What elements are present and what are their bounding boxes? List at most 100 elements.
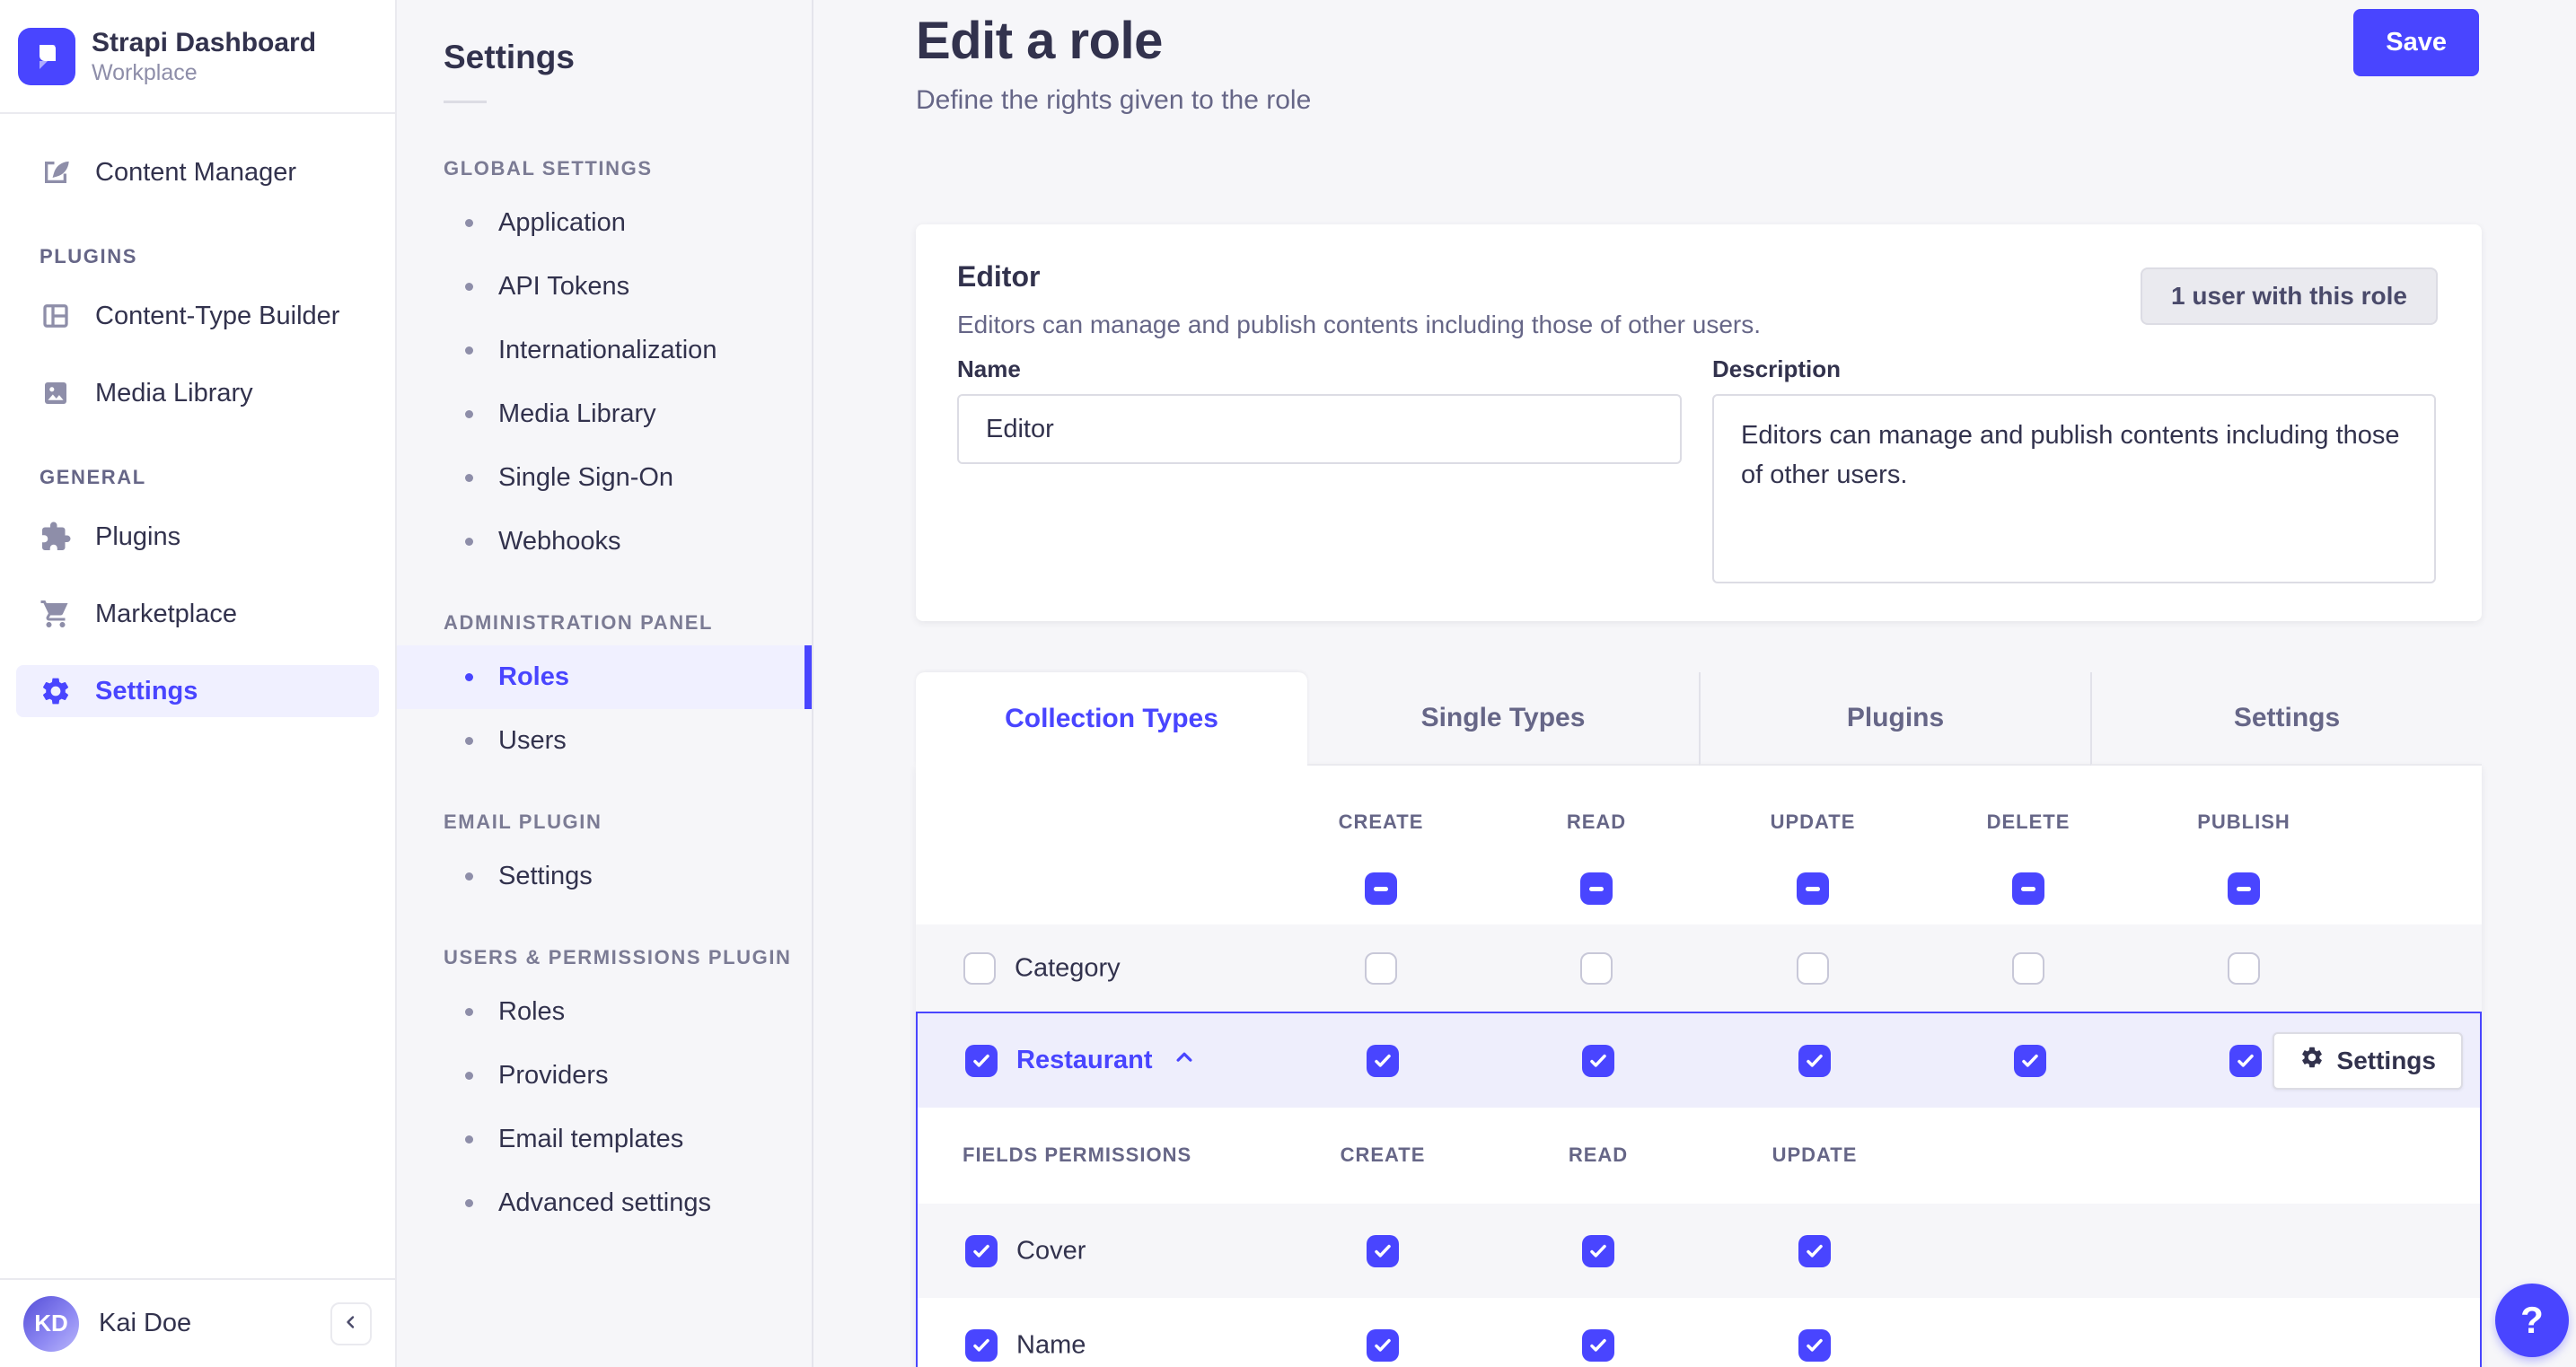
settings-item-label: Internationalization xyxy=(498,336,717,364)
restaurant-expanded-panel: Restaurant Settings FIELDS PERMISSIONS C… xyxy=(916,1012,2482,1367)
checkbox-restaurant-read[interactable] xyxy=(1582,1044,1614,1077)
table-row-category: Category xyxy=(916,924,2482,1012)
workspace-switcher[interactable]: Strapi Dashboard Workplace xyxy=(0,0,395,114)
nav-item-content-type-builder[interactable]: Content-Type Builder xyxy=(16,290,379,342)
checkbox-all-read[interactable] xyxy=(1580,872,1613,905)
checkbox-all-create[interactable] xyxy=(1365,872,1397,905)
bullet-icon xyxy=(465,673,473,681)
table-row-restaurant: Restaurant Settings xyxy=(918,1013,2480,1108)
checkbox-all-update[interactable] xyxy=(1797,872,1829,905)
tab-collection-types[interactable]: Collection Types xyxy=(916,672,1307,766)
settings-item-label: Media Library xyxy=(498,399,656,428)
row-label: Name xyxy=(1016,1330,1086,1359)
save-button[interactable]: Save xyxy=(2353,9,2479,76)
checkbox-restaurant-update[interactable] xyxy=(1798,1044,1831,1077)
users-with-role-button[interactable]: 1 user with this role xyxy=(2141,267,2438,325)
checkbox-all-publish[interactable] xyxy=(2228,872,2260,905)
checkbox-category-publish[interactable] xyxy=(2228,951,2260,985)
checkbox-restaurant-publish[interactable] xyxy=(2229,1044,2262,1077)
settings-item-email-templates[interactable]: Email templates xyxy=(397,1108,812,1171)
nav-item-settings[interactable]: Settings xyxy=(16,665,379,717)
settings-button-label: Settings xyxy=(2336,1046,2436,1074)
checkbox-category-delete[interactable] xyxy=(2012,951,2044,985)
restaurant-settings-button[interactable]: Settings xyxy=(2272,1031,2463,1090)
settings-item-label: Webhooks xyxy=(498,527,621,556)
settings-item-api-tokens[interactable]: API Tokens xyxy=(397,255,812,319)
settings-section-users-permissions: USERS & PERMISSIONS PLUGIN Roles Provide… xyxy=(397,946,812,1235)
settings-item-single-sign-on[interactable]: Single Sign-On xyxy=(397,446,812,510)
nav-item-media-library[interactable]: Media Library xyxy=(16,367,379,419)
settings-sidebar-title: Settings xyxy=(444,39,575,75)
checkbox-cover-update[interactable] xyxy=(1798,1234,1831,1267)
settings-item-email-settings[interactable]: Settings xyxy=(397,845,812,908)
bullet-icon xyxy=(465,1135,473,1144)
role-description-text: Editors can manage and publish contents … xyxy=(957,311,1762,338)
checkbox-category-read[interactable] xyxy=(1580,951,1613,985)
role-name-input[interactable] xyxy=(957,394,1682,464)
tab-plugins[interactable]: Plugins xyxy=(1699,672,2090,766)
column-header-read: READ xyxy=(1566,811,1627,833)
settings-item-media-library[interactable]: Media Library xyxy=(397,382,812,446)
tab-single-types[interactable]: Single Types xyxy=(1307,672,1699,766)
settings-item-application[interactable]: Application xyxy=(397,191,812,255)
settings-item-users[interactable]: Users xyxy=(397,709,812,773)
settings-item-advanced-settings[interactable]: Advanced settings xyxy=(397,1171,812,1235)
settings-item-internationalization[interactable]: Internationalization xyxy=(397,319,812,382)
role-description-textarea[interactable]: Editors can manage and publish contents … xyxy=(1712,394,2436,583)
checkbox-cover[interactable] xyxy=(965,1234,998,1267)
nav-item-plugins[interactable]: Plugins xyxy=(16,511,379,563)
role-name-heading: Editor xyxy=(957,260,1041,293)
settings-item-webhooks[interactable]: Webhooks xyxy=(397,510,812,574)
row-label-restaurant[interactable]: Restaurant xyxy=(1016,1044,1198,1078)
nav-item-label: Content-Type Builder xyxy=(95,301,340,330)
settings-item-roles-up[interactable]: Roles xyxy=(397,980,812,1044)
divider xyxy=(444,101,487,103)
settings-gear-icon xyxy=(40,675,72,707)
settings-item-label: Users xyxy=(498,726,567,755)
checkbox-cover-create[interactable] xyxy=(1367,1234,1399,1267)
checkbox-all-delete[interactable] xyxy=(2012,872,2044,905)
checkbox-restaurant[interactable] xyxy=(965,1044,998,1077)
permissions-tabs: Collection Types Single Types Plugins Se… xyxy=(916,672,2482,766)
section-label: EMAIL PLUGIN xyxy=(444,811,602,833)
nav-item-marketplace[interactable]: Marketplace xyxy=(16,588,379,640)
nav-item-content-manager[interactable]: Content Manager xyxy=(16,146,379,198)
tab-settings[interactable]: Settings xyxy=(2090,672,2482,766)
table-row-name: Name xyxy=(918,1298,2480,1367)
checkbox-cover-read[interactable] xyxy=(1582,1234,1614,1267)
page-title: Edit a role xyxy=(916,12,1163,70)
checkbox-name-update[interactable] xyxy=(1798,1328,1831,1362)
bullet-icon xyxy=(465,737,473,745)
media-library-icon xyxy=(40,377,72,409)
collapse-sidebar-button[interactable] xyxy=(330,1301,372,1345)
bullet-icon xyxy=(465,219,473,227)
content-manager-icon xyxy=(40,156,72,188)
settings-item-roles-admin[interactable]: Roles xyxy=(397,645,812,709)
help-button[interactable]: ? xyxy=(2495,1284,2569,1357)
checkbox-restaurant-create[interactable] xyxy=(1367,1044,1399,1077)
avatar[interactable]: KD xyxy=(23,1295,79,1352)
checkbox-category-create[interactable] xyxy=(1365,951,1397,985)
checkbox-name[interactable] xyxy=(965,1328,998,1362)
checkbox-restaurant-delete[interactable] xyxy=(2014,1044,2046,1077)
main-sidebar: Strapi Dashboard Workplace Content Manag… xyxy=(0,0,397,1367)
section-label: ADMINISTRATION PANEL xyxy=(444,611,714,634)
row-label: Restaurant xyxy=(1016,1046,1153,1074)
settings-item-label: Advanced settings xyxy=(498,1188,711,1217)
bullet-icon xyxy=(465,410,473,418)
user-name: Kai Doe xyxy=(99,1309,192,1337)
checkbox-name-read[interactable] xyxy=(1582,1328,1614,1362)
main-content: Edit a role Define the rights given to t… xyxy=(815,0,2576,1367)
nav-item-label: Content Manager xyxy=(95,157,297,187)
bullet-icon xyxy=(465,283,473,291)
settings-item-label: Settings xyxy=(498,862,593,890)
fields-permissions-header: FIELDS PERMISSIONS CREATE READ UPDATE xyxy=(918,1108,2480,1204)
checkbox-name-create[interactable] xyxy=(1367,1328,1399,1362)
nav-section-general: GENERAL xyxy=(40,466,146,488)
permissions-table: CREATE READ UPDATE DELETE PUBLISH Catego… xyxy=(916,766,2482,1367)
checkbox-category-update[interactable] xyxy=(1797,951,1829,985)
bullet-icon xyxy=(465,872,473,881)
settings-item-providers[interactable]: Providers xyxy=(397,1044,812,1108)
checkbox-category[interactable] xyxy=(963,951,996,985)
gear-icon xyxy=(2299,1045,2325,1076)
